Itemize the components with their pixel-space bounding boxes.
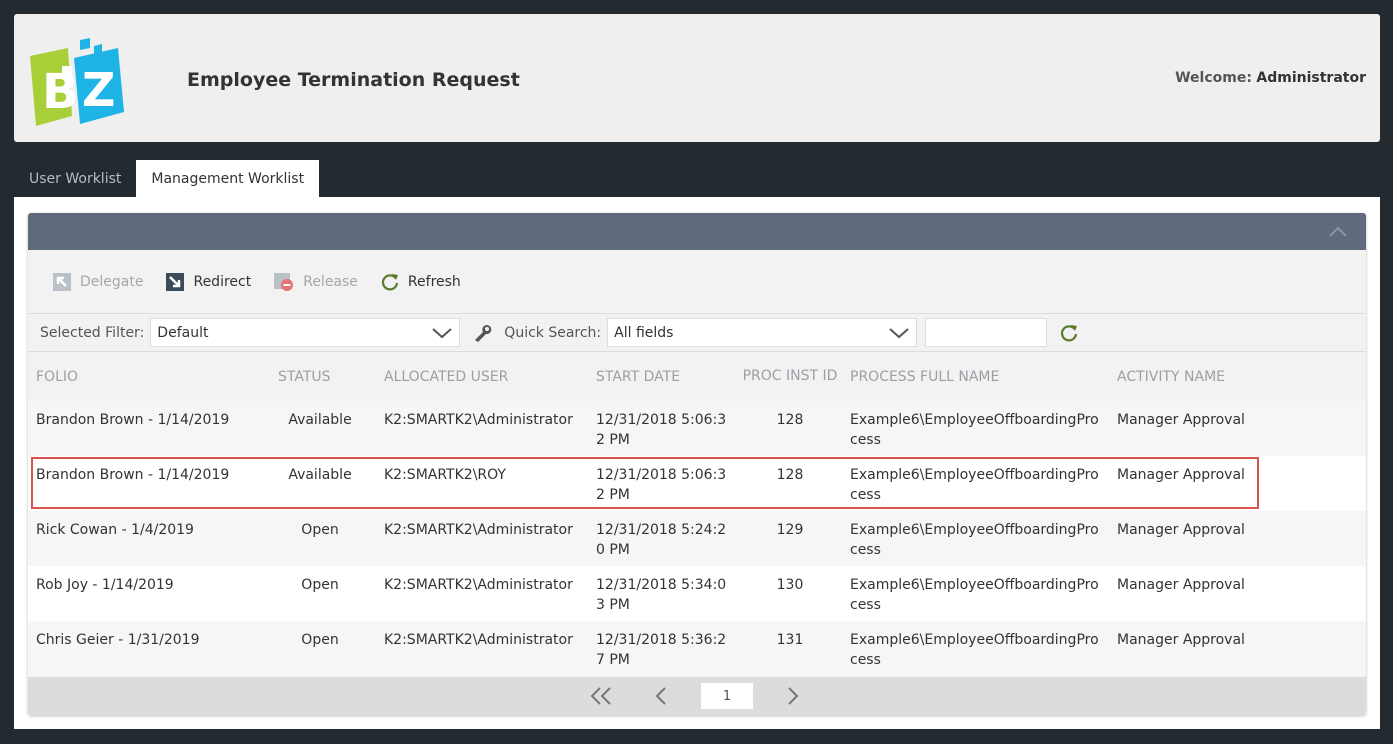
tab-management-worklist[interactable]: Management Worklist xyxy=(136,160,320,197)
table-row[interactable]: Brandon Brown - 1/14/2019 Available K2:S… xyxy=(28,456,1366,511)
cell-start-date: 12/31/2018 5:36:27 PM xyxy=(588,621,738,676)
page-title: Employee Termination Request xyxy=(187,69,520,91)
cell-start-date: 12/31/2018 5:06:32 PM xyxy=(588,401,738,456)
cell-allocated-user: K2:SMARTK2\Administrator xyxy=(376,511,588,566)
worklist-panel: Delegate Redirect Release Refresh Select… xyxy=(28,213,1366,715)
column-header-activity-name[interactable]: ACTIVITY NAME xyxy=(1109,352,1366,401)
cell-proc-inst-id: 128 xyxy=(738,401,842,456)
cell-proc-inst-id: 131 xyxy=(738,621,842,676)
selected-filter-value: Default xyxy=(157,324,209,341)
chevron-up-icon[interactable] xyxy=(1328,223,1348,239)
cell-proc-inst-id: 128 xyxy=(738,456,842,511)
chevron-down-icon xyxy=(889,327,909,338)
double-chevron-left-icon xyxy=(590,687,611,705)
selected-filter-dropdown[interactable]: Default xyxy=(150,318,461,347)
cell-activity-name: Manager Approval xyxy=(1109,401,1366,456)
cell-status: Open xyxy=(264,511,376,566)
cell-start-date: 12/31/2018 5:34:03 PM xyxy=(588,566,738,621)
column-header-folio[interactable]: FOLIO xyxy=(28,352,264,401)
delegate-label: Delegate xyxy=(80,273,144,290)
cell-folio: Rick Cowan - 1/4/2019 xyxy=(28,511,264,566)
cell-process-full-name: Example6\EmployeeOffboardingProcess xyxy=(842,456,1109,511)
chevron-down-icon xyxy=(432,327,452,338)
cell-start-date: 12/31/2018 5:24:20 PM xyxy=(588,511,738,566)
welcome-message: Welcome: Administrator xyxy=(1175,70,1366,86)
release-label: Release xyxy=(303,273,358,290)
column-header-allocated-user[interactable]: ALLOCATED USER xyxy=(376,352,588,401)
tab-user-worklist[interactable]: User Worklist xyxy=(14,160,136,197)
current-user: Administrator xyxy=(1256,70,1366,86)
worklist-table: FOLIO STATUS ALLOCATED USER START DATE P… xyxy=(28,352,1366,676)
wrench-icon[interactable] xyxy=(472,323,492,343)
previous-page-button[interactable] xyxy=(641,681,681,711)
column-header-status[interactable]: STATUS xyxy=(264,352,376,401)
worklist-tabs: User Worklist Management Worklist xyxy=(14,160,320,197)
delegate-icon xyxy=(53,272,71,291)
svg-text:B: B xyxy=(42,64,79,120)
filter-bar: Selected Filter: Default Quick Search: A… xyxy=(28,313,1366,352)
cell-process-full-name: Example6\EmployeeOffboardingProcess xyxy=(842,511,1109,566)
svg-text:Z: Z xyxy=(82,63,115,117)
refresh-button[interactable]: Refresh xyxy=(380,272,461,292)
cell-proc-inst-id: 129 xyxy=(738,511,842,566)
cell-activity-name: Manager Approval xyxy=(1109,511,1366,566)
chevron-right-icon xyxy=(788,687,799,705)
delegate-button[interactable]: Delegate xyxy=(52,272,143,292)
cell-start-date: 12/31/2018 5:06:32 PM xyxy=(588,456,738,511)
release-icon xyxy=(274,272,294,291)
cell-allocated-user: K2:SMARTK2\Administrator xyxy=(376,566,588,621)
content-area: Delegate Redirect Release Refresh Select… xyxy=(14,197,1380,729)
quick-search-input[interactable] xyxy=(925,318,1048,347)
cell-folio: Brandon Brown - 1/14/2019 xyxy=(28,401,264,456)
selected-filter-label: Selected Filter: xyxy=(40,324,145,341)
table-row[interactable]: Chris Geier - 1/31/2019 Open K2:SMARTK2\… xyxy=(28,621,1366,676)
panel-header xyxy=(28,213,1366,250)
pagination: 1 xyxy=(28,677,1366,715)
release-button[interactable]: Release xyxy=(273,272,358,292)
cell-status: Open xyxy=(264,566,376,621)
chevron-left-icon xyxy=(655,687,666,705)
column-header-process-full-name[interactable]: PROCESS FULL NAME xyxy=(842,352,1109,401)
cell-activity-name: Manager Approval xyxy=(1109,456,1366,511)
redirect-label: Redirect xyxy=(193,273,252,290)
cell-process-full-name: Example6\EmployeeOffboardingProcess xyxy=(842,621,1109,676)
column-header-start-date[interactable]: START DATE xyxy=(588,352,738,401)
cell-proc-inst-id: 130 xyxy=(738,566,842,621)
refresh-icon xyxy=(381,273,399,290)
quick-search-dropdown[interactable]: All fields xyxy=(607,318,918,347)
table-row[interactable]: Rob Joy - 1/14/2019 Open K2:SMARTK2\Admi… xyxy=(28,566,1366,621)
column-header-proc-inst-id[interactable]: PROC INST ID xyxy=(738,352,842,401)
cell-process-full-name: Example6\EmployeeOffboardingProcess xyxy=(842,566,1109,621)
first-page-button[interactable] xyxy=(581,681,621,711)
cell-allocated-user: K2:SMARTK2\Administrator xyxy=(376,401,588,456)
worklist-toolbar: Delegate Redirect Release Refresh xyxy=(28,250,1366,313)
cell-allocated-user: K2:SMARTK2\ROY xyxy=(376,456,588,511)
table-header-row: FOLIO STATUS ALLOCATED USER START DATE P… xyxy=(28,352,1366,401)
cell-status: Available xyxy=(264,456,376,511)
table-row[interactable]: Rick Cowan - 1/4/2019 Open K2:SMARTK2\Ad… xyxy=(28,511,1366,566)
biz-logo: B Z xyxy=(30,38,124,126)
cell-status: Open xyxy=(264,621,376,676)
page-number-input[interactable]: 1 xyxy=(701,683,753,709)
cell-folio: Chris Geier - 1/31/2019 xyxy=(28,621,264,676)
cell-process-full-name: Example6\EmployeeOffboardingProcess xyxy=(842,401,1109,456)
search-refresh-icon[interactable] xyxy=(1059,323,1079,343)
app-header: B Z Employee Termination Request Welcome… xyxy=(14,14,1380,142)
next-page-button[interactable] xyxy=(773,681,813,711)
quick-search-value: All fields xyxy=(614,324,674,341)
redirect-button[interactable]: Redirect xyxy=(165,272,251,292)
welcome-label: Welcome: xyxy=(1175,70,1252,86)
cell-activity-name: Manager Approval xyxy=(1109,566,1366,621)
cell-folio: Brandon Brown - 1/14/2019 xyxy=(28,456,264,511)
cell-status: Available xyxy=(264,401,376,456)
cell-allocated-user: K2:SMARTK2\Administrator xyxy=(376,621,588,676)
quick-search-label: Quick Search: xyxy=(504,324,602,341)
cell-folio: Rob Joy - 1/14/2019 xyxy=(28,566,264,621)
refresh-label: Refresh xyxy=(407,273,461,290)
cell-activity-name: Manager Approval xyxy=(1109,621,1366,676)
table-row[interactable]: Brandon Brown - 1/14/2019 Available K2:S… xyxy=(28,401,1366,456)
redirect-icon xyxy=(166,272,185,291)
